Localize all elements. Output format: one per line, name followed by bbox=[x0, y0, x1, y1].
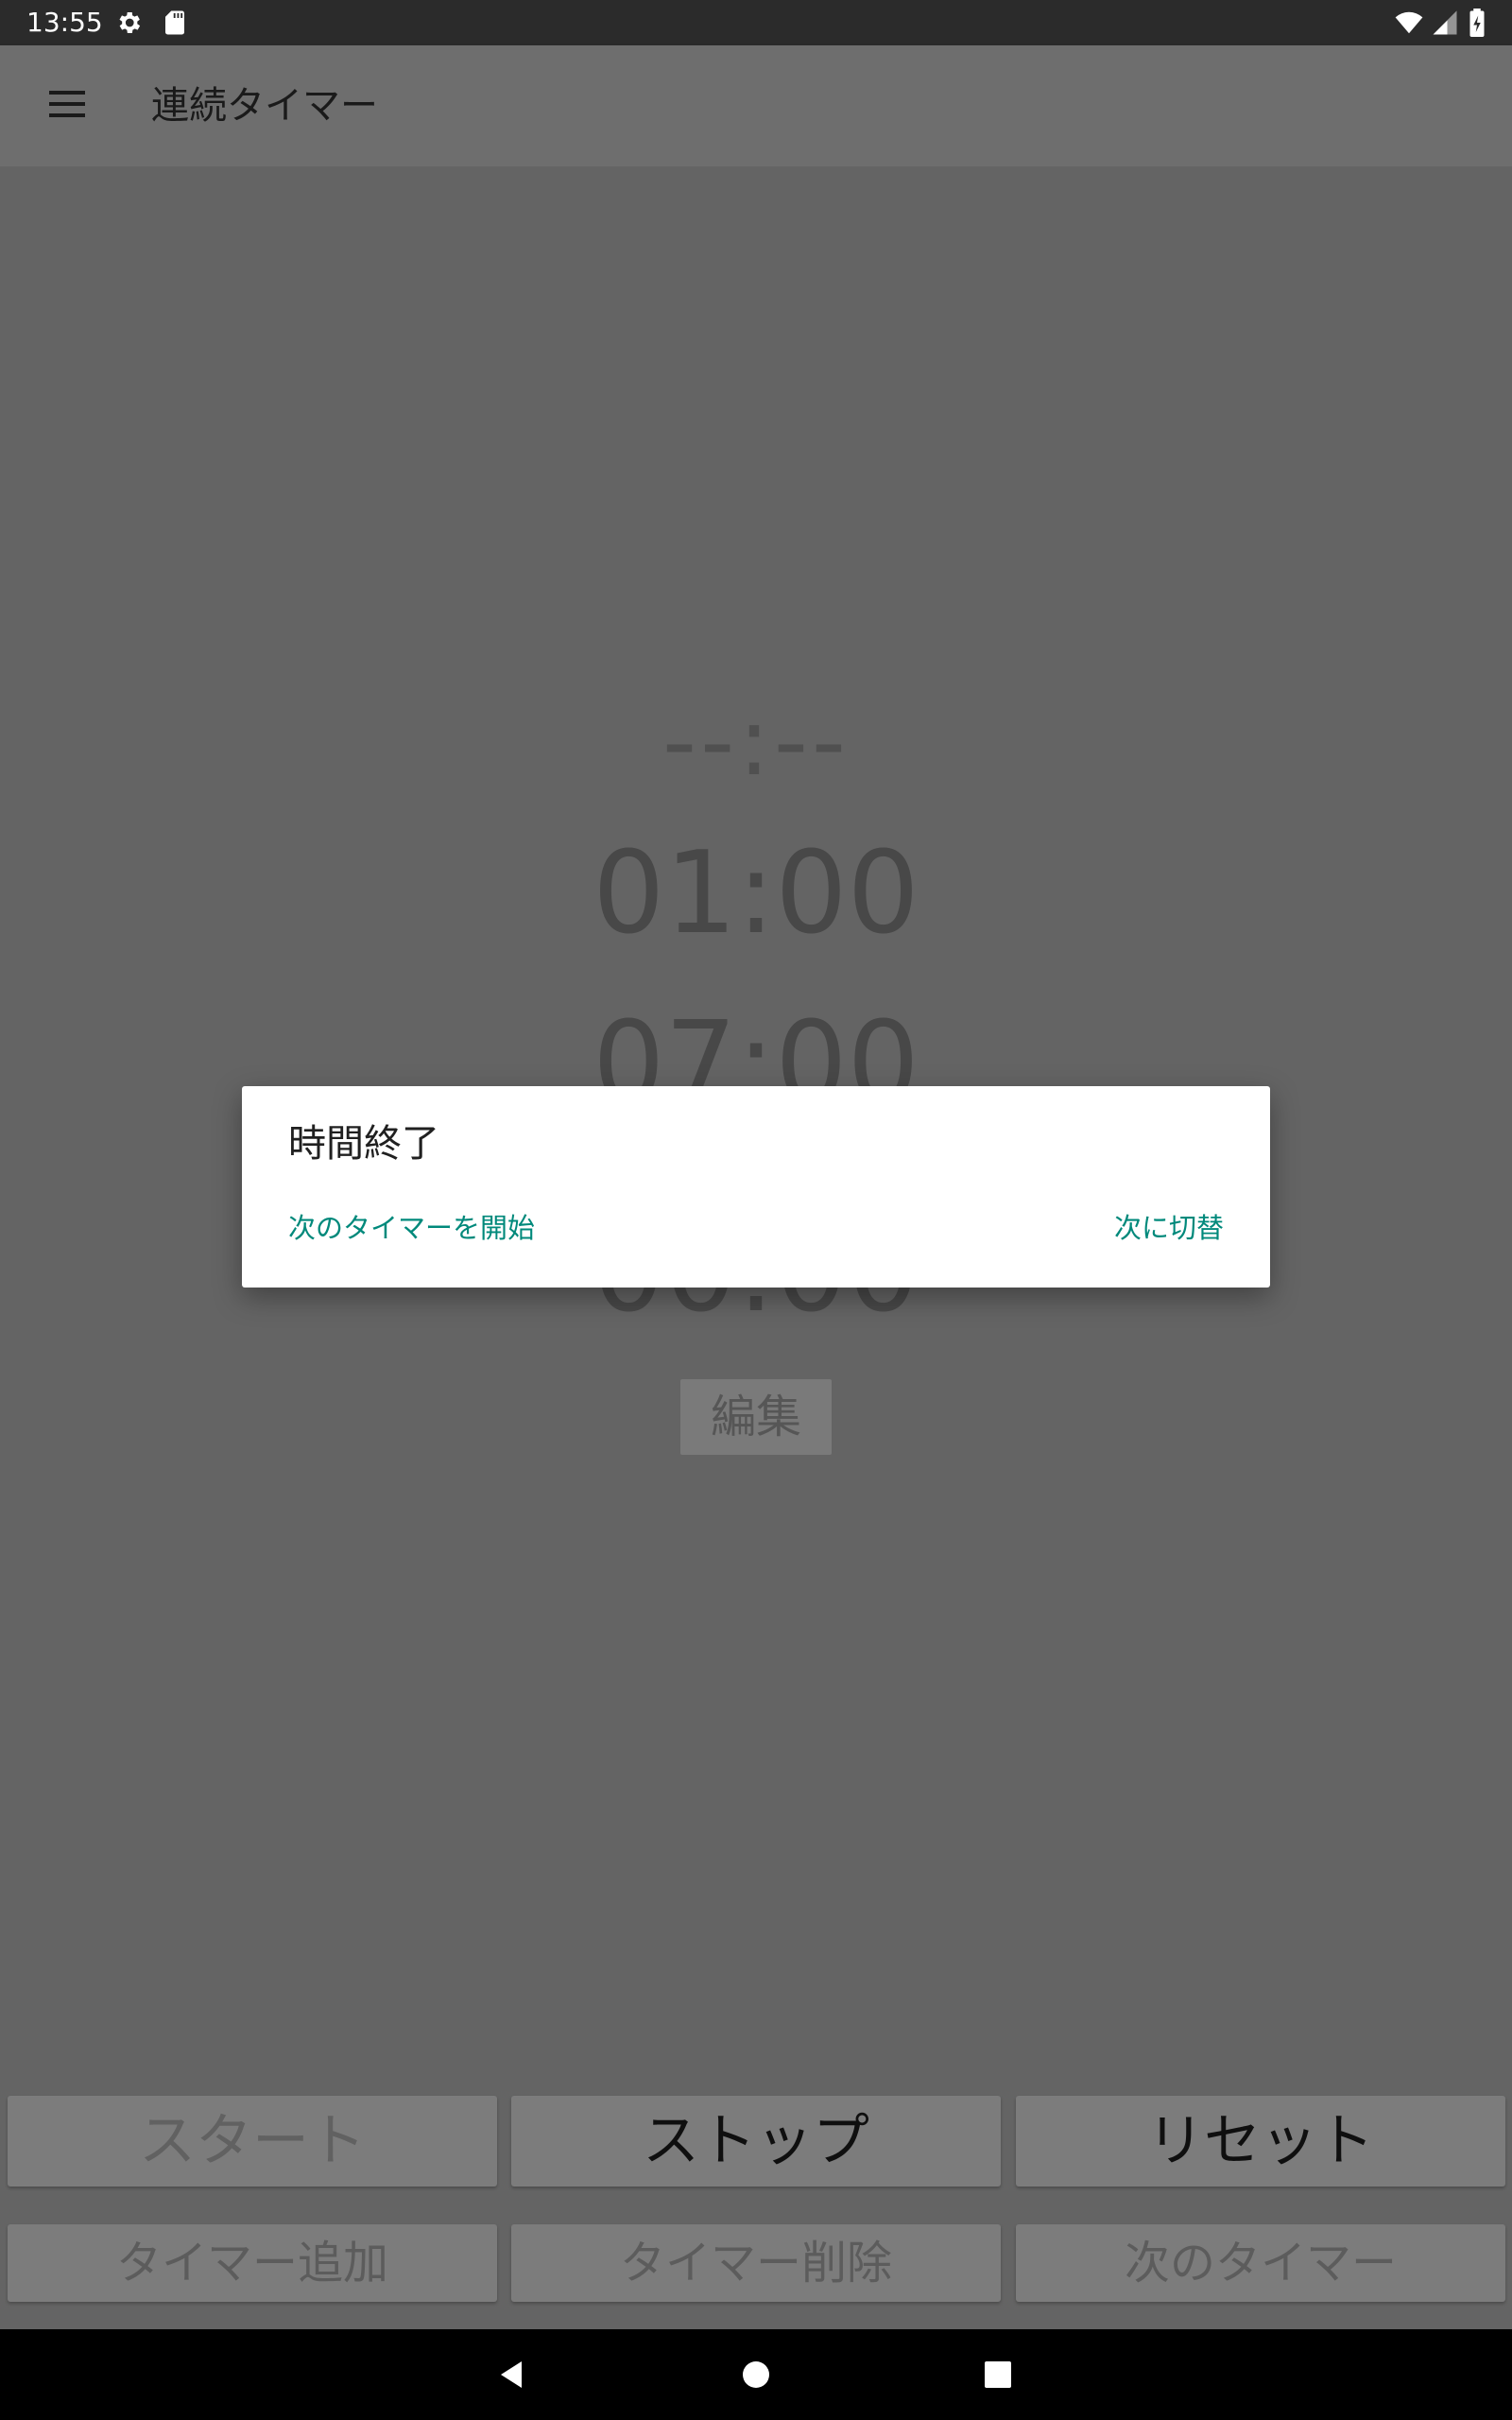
app-title: 連続タイマー bbox=[151, 84, 378, 128]
stop-button[interactable]: ストップ bbox=[511, 2096, 1001, 2187]
start-button[interactable]: スタート bbox=[8, 2096, 497, 2187]
home-icon[interactable] bbox=[741, 2360, 771, 2390]
wifi-icon bbox=[1395, 11, 1423, 34]
timer-list-item[interactable]: 01:00 bbox=[0, 828, 1512, 959]
signal-icon bbox=[1433, 10, 1457, 35]
status-bar: 13:55 bbox=[0, 0, 1512, 45]
battery-icon bbox=[1469, 9, 1485, 37]
add-timer-button[interactable]: タイマー追加 bbox=[8, 2224, 497, 2302]
switch-to-next-button[interactable]: 次に切替 bbox=[1114, 1209, 1224, 1247]
current-timer-display: --:-- bbox=[662, 686, 850, 797]
edit-button[interactable]: 編集 bbox=[680, 1379, 832, 1455]
menu-icon[interactable] bbox=[47, 87, 89, 125]
time-up-dialog: 時間終了 次のタイマーを開始 次に切替 bbox=[242, 1086, 1270, 1288]
navigation-bar bbox=[0, 2329, 1512, 2420]
status-time: 13:55 bbox=[26, 7, 103, 38]
dialog-title: 時間終了 bbox=[288, 1122, 439, 1166]
delete-timer-button[interactable]: タイマー削除 bbox=[511, 2224, 1001, 2302]
reset-button[interactable]: リセット bbox=[1016, 2096, 1505, 2187]
next-timer-button[interactable]: 次のタイマー bbox=[1016, 2224, 1505, 2302]
sd-card-icon bbox=[165, 10, 184, 35]
start-next-timer-button[interactable]: 次のタイマーを開始 bbox=[288, 1209, 535, 1247]
settings-icon bbox=[119, 12, 141, 33]
recents-icon[interactable] bbox=[983, 2360, 1013, 2390]
back-icon[interactable] bbox=[497, 2360, 527, 2390]
app-bar: 連続タイマー bbox=[0, 45, 1512, 166]
